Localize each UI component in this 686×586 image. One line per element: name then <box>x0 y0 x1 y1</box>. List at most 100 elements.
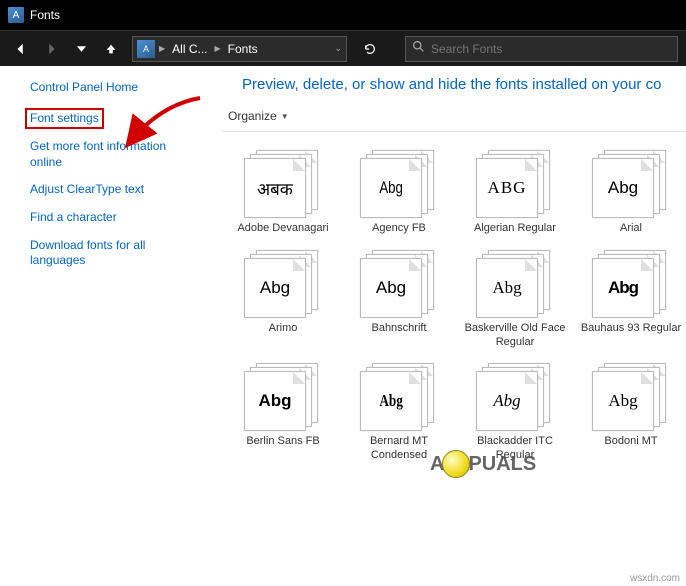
back-button[interactable] <box>8 36 34 62</box>
page-front: Abg <box>244 258 306 318</box>
search-box[interactable] <box>405 36 678 62</box>
forward-arrow-icon <box>44 42 58 56</box>
font-sample: Abg <box>608 391 637 411</box>
font-item[interactable]: Abg Agency FB <box>344 146 454 236</box>
font-thumbnail: Abg <box>360 246 438 316</box>
fonts-app-icon: A <box>8 7 24 23</box>
font-label: Bernard MT Condensed <box>347 435 452 463</box>
font-sample: Abg <box>492 278 521 298</box>
navbar: A ▶ All C... ▶ Fonts ⌄ <box>0 30 686 66</box>
sidebar-link-more-info[interactable]: Get more font information online <box>30 139 198 170</box>
font-label: Adobe Devanagari <box>237 222 328 236</box>
font-item[interactable]: ABG Algerian Regular <box>460 146 570 236</box>
address-dropdown-icon[interactable]: ⌄ <box>334 43 342 54</box>
font-thumbnail: Abg <box>592 359 670 429</box>
font-item[interactable]: Abg Bauhaus 93 Regular <box>576 246 686 350</box>
font-thumbnail: अबक <box>244 146 322 216</box>
search-icon <box>412 40 425 58</box>
font-label: Arial <box>620 222 642 236</box>
page-front: Abg <box>476 371 538 431</box>
font-sample: Abg <box>608 278 638 298</box>
font-sample: Abg <box>379 391 403 411</box>
page-front: Abg <box>592 258 654 318</box>
font-label: Bodoni MT <box>604 435 657 449</box>
font-thumbnail: ABG <box>476 146 554 216</box>
font-sample: ABG <box>488 178 527 198</box>
page-front: ABG <box>476 158 538 218</box>
breadcrumb-seg-1[interactable]: All C... <box>169 42 210 56</box>
font-item[interactable]: Abg Arimo <box>228 246 338 350</box>
up-arrow-icon <box>104 42 118 56</box>
font-label: Berlin Sans FB <box>246 435 319 449</box>
chevron-down-icon <box>77 46 86 52</box>
font-label: Agency FB <box>372 222 426 236</box>
page-front: Abg <box>592 371 654 431</box>
font-item[interactable]: Abg Bodoni MT <box>576 359 686 463</box>
forward-button[interactable] <box>38 36 64 62</box>
recent-dropdown[interactable] <box>68 36 94 62</box>
chevron-down-icon: ▼ <box>281 112 289 121</box>
content: Control Panel Home Font settings Get mor… <box>0 66 686 586</box>
font-item[interactable]: Abg Baskerville Old Face Regular <box>460 246 570 350</box>
font-label: Algerian Regular <box>474 222 556 236</box>
font-thumbnail: Abg <box>592 146 670 216</box>
font-thumbnail: Abg <box>244 246 322 316</box>
font-thumbnail: Abg <box>360 359 438 429</box>
window-title: Fonts <box>30 8 60 22</box>
page-front: Abg <box>476 258 538 318</box>
font-label: Baskerville Old Face Regular <box>463 322 568 350</box>
page-front: Abg <box>592 158 654 218</box>
page-front: Abg <box>360 258 422 318</box>
font-item[interactable]: Abg Berlin Sans FB <box>228 359 338 463</box>
sidebar-link-find-char[interactable]: Find a character <box>30 210 198 226</box>
back-arrow-icon <box>14 42 28 56</box>
main-panel: Preview, delete, or show and hide the fo… <box>210 66 686 586</box>
refresh-icon <box>363 42 377 56</box>
sidebar-link-download[interactable]: Download fonts for all languages <box>30 238 198 269</box>
font-item[interactable]: Abg Bahnschrift <box>344 246 454 350</box>
font-label: Arimo <box>269 322 298 336</box>
refresh-button[interactable] <box>355 36 385 62</box>
sidebar-link-cleartype[interactable]: Adjust ClearType text <box>30 182 198 198</box>
breadcrumb-sep-icon: ▶ <box>159 44 165 53</box>
sidebar-link-home[interactable]: Control Panel Home <box>30 80 198 96</box>
font-thumbnail: Abg <box>476 359 554 429</box>
search-input[interactable] <box>431 42 671 56</box>
toolbar: Organize ▼ <box>222 107 686 132</box>
font-thumbnail: Abg <box>360 146 438 216</box>
font-grid: अबक Adobe Devanagari Abg Agency FB ABG Algeri… <box>222 132 686 463</box>
page-front: Abg <box>244 371 306 431</box>
font-item[interactable]: Abg Arial <box>576 146 686 236</box>
font-sample: Abg <box>493 391 520 411</box>
address-bar[interactable]: A ▶ All C... ▶ Fonts ⌄ <box>132 36 347 62</box>
font-thumbnail: Abg <box>244 359 322 429</box>
sidebar: Control Panel Home Font settings Get mor… <box>0 66 210 586</box>
page-front: Abg <box>360 371 422 431</box>
page-heading: Preview, delete, or show and hide the fo… <box>222 76 686 93</box>
sidebar-link-font-settings[interactable]: Font settings <box>25 108 104 130</box>
watermark-text: wsxdn.com <box>630 573 680 584</box>
font-label: Bahnschrift <box>371 322 426 336</box>
font-item[interactable]: Abg Blackadder ITC Regular <box>460 359 570 463</box>
folder-fonts-icon: A <box>137 40 155 58</box>
font-sample: Abg <box>260 278 290 298</box>
font-sample: Abg <box>379 178 403 198</box>
font-thumbnail: Abg <box>592 246 670 316</box>
organize-menu[interactable]: Organize ▼ <box>228 109 289 123</box>
organize-label: Organize <box>228 109 277 123</box>
font-sample: Abg <box>258 391 291 411</box>
font-thumbnail: Abg <box>476 246 554 316</box>
titlebar: A Fonts <box>0 0 686 30</box>
font-sample: Abg <box>376 278 406 298</box>
page-front: अबक <box>244 158 306 218</box>
font-item[interactable]: अबक Adobe Devanagari <box>228 146 338 236</box>
page-front: Abg <box>360 158 422 218</box>
font-label: Blackadder ITC Regular <box>463 435 568 463</box>
breadcrumb-sep-icon: ▶ <box>215 44 221 53</box>
font-sample: Abg <box>608 178 638 198</box>
font-label: Bauhaus 93 Regular <box>581 322 681 336</box>
breadcrumb-seg-2[interactable]: Fonts <box>225 42 261 56</box>
font-item[interactable]: Abg Bernard MT Condensed <box>344 359 454 463</box>
up-button[interactable] <box>98 36 124 62</box>
font-sample: अबक <box>257 177 293 200</box>
